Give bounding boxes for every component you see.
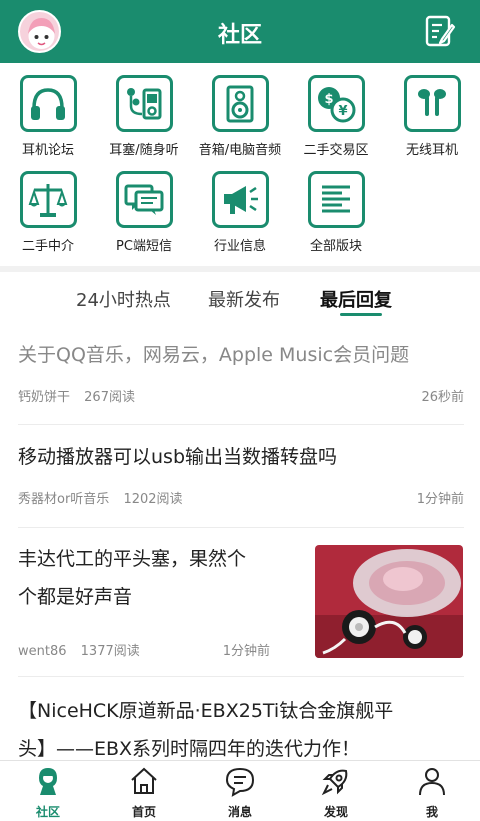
category-speaker-audio[interactable]: 音箱/电脑音频 [192,75,288,158]
post-item[interactable]: 【NiceHCK原道新品·EBX25Ti钛合金旗舰平 头】——EBX系列时隔四年… [18,692,464,768]
nav-messages[interactable]: 消息 [192,765,288,820]
post-meta: 钙奶饼干 267阅读 26秒前 [18,386,464,405]
nav-community[interactable]: 社区 [0,765,96,820]
svg-text:¥: ¥ [338,104,347,119]
category-label: 二手中介 [21,239,74,254]
tab-latest-posts[interactable]: 最新发布 [208,286,280,312]
nav-discover[interactable]: 发现 [288,765,384,820]
category-wireless-earbuds[interactable]: 无线耳机 [384,75,480,158]
compose-button[interactable] [422,13,458,49]
post-author[interactable]: 钙奶饼干 [18,390,70,405]
post-divider [18,527,464,528]
post-item[interactable]: 丰达代工的平头塞，果然个 个都是好声音 went86 1377阅读 1分钟前 [18,540,278,659]
post-meta: 秀器材or听音乐 1202阅读 1分钟前 [18,488,464,507]
post-author[interactable]: went86 [18,644,67,659]
page-title: 社区 [217,23,262,48]
post-divider [18,676,464,677]
post-thumbnail[interactable] [315,545,463,658]
chat-bubble-icon [225,767,255,797]
nav-label: 首页 [131,805,156,819]
category-label: 全部版块 [309,239,362,254]
category-label: 音箱/电脑音频 [198,143,282,158]
nav-label: 社区 [35,805,60,819]
edit-icon [425,15,456,47]
category-label: 行业信息 [213,239,266,254]
post-author[interactable]: 秀器材or听音乐 [18,492,109,507]
category-earbuds-player[interactable]: 耳塞/随身听 [96,75,192,158]
post-reads: 1377阅读 [80,644,140,659]
nav-me[interactable]: 我 [384,765,480,820]
post-time: 1分钟前 [222,644,270,659]
post-divider [18,424,464,425]
rocket-icon [321,769,348,796]
category-second-hand-agent[interactable]: 二手中介 [0,171,96,254]
home-icon [131,767,157,794]
category-pc-messages[interactable]: PC端短信 [96,171,192,254]
top-bar: 社区 [0,0,480,63]
megaphone-icon [211,171,269,228]
user-icon [419,768,445,796]
post-title-line[interactable]: 丰达代工的平头塞，果然个 [18,540,278,578]
post-item[interactable]: 移动播放器可以usb输出当数播转盘吗 秀器材or听音乐 1202阅读 1分钟前 [18,438,464,507]
post-title[interactable]: 移动播放器可以usb输出当数播转盘吗 [18,438,464,476]
category-label: PC端短信 [116,239,172,254]
post-item[interactable]: 关于QQ音乐，网易云，Apple Music会员问题 钙奶饼干 267阅读 26… [18,336,464,405]
category-grid: 耳机论坛 耳塞/随身听 音箱/电脑音频 $ ¥ 二手交易区 无线耳机 二手中介 … [0,63,480,268]
category-headphones-forum[interactable]: 耳机论坛 [0,75,96,158]
nav-label: 我 [425,805,438,819]
post-reads: 267阅读 [84,390,135,405]
post-title-line[interactable]: 个都是好声音 [18,578,278,616]
scale-icon [19,171,77,228]
post-title-line[interactable]: 【NiceHCK原道新品·EBX25Ti钛合金旗舰平 [18,692,464,730]
post-time: 1分钟前 [416,492,464,507]
wireless-earbuds-icon [403,75,461,132]
category-all-sections[interactable]: 全部版块 [288,171,384,254]
tab-last-reply[interactable]: 最后回复 [320,286,392,312]
category-label: 二手交易区 [303,143,369,158]
category-label: 耳机论坛 [21,143,74,158]
tab-24h-hot[interactable]: 24小时热点 [76,286,171,312]
headphones-icon [19,75,77,132]
post-reads: 1202阅读 [123,492,183,507]
messages-icon [115,171,173,228]
post-time: 26秒前 [421,390,464,405]
nav-label: 发现 [323,805,348,819]
trade-icon: $ ¥ [307,75,365,132]
category-second-hand-trade[interactable]: $ ¥ 二手交易区 [288,75,384,158]
list-icon [307,171,365,228]
category-label: 耳塞/随身听 [109,143,179,158]
post-meta: went86 1377阅读 1分钟前 [18,640,278,659]
bottom-navigation: 社区 首页 消息 发现 我 [0,760,480,821]
nav-label: 消息 [227,805,252,819]
category-industry-news[interactable]: 行业信息 [192,171,288,254]
community-icon [39,768,57,795]
feed-tabs: 24小时热点 最新发布 最后回复 [0,272,480,320]
earphones-photo [315,545,463,658]
post-title[interactable]: 关于QQ音乐，网易云，Apple Music会员问题 [18,336,464,374]
category-label: 无线耳机 [405,143,458,158]
nav-home[interactable]: 首页 [96,765,192,820]
earbuds-player-icon [115,75,173,132]
active-tab-indicator [340,313,382,316]
speaker-icon [211,75,269,132]
